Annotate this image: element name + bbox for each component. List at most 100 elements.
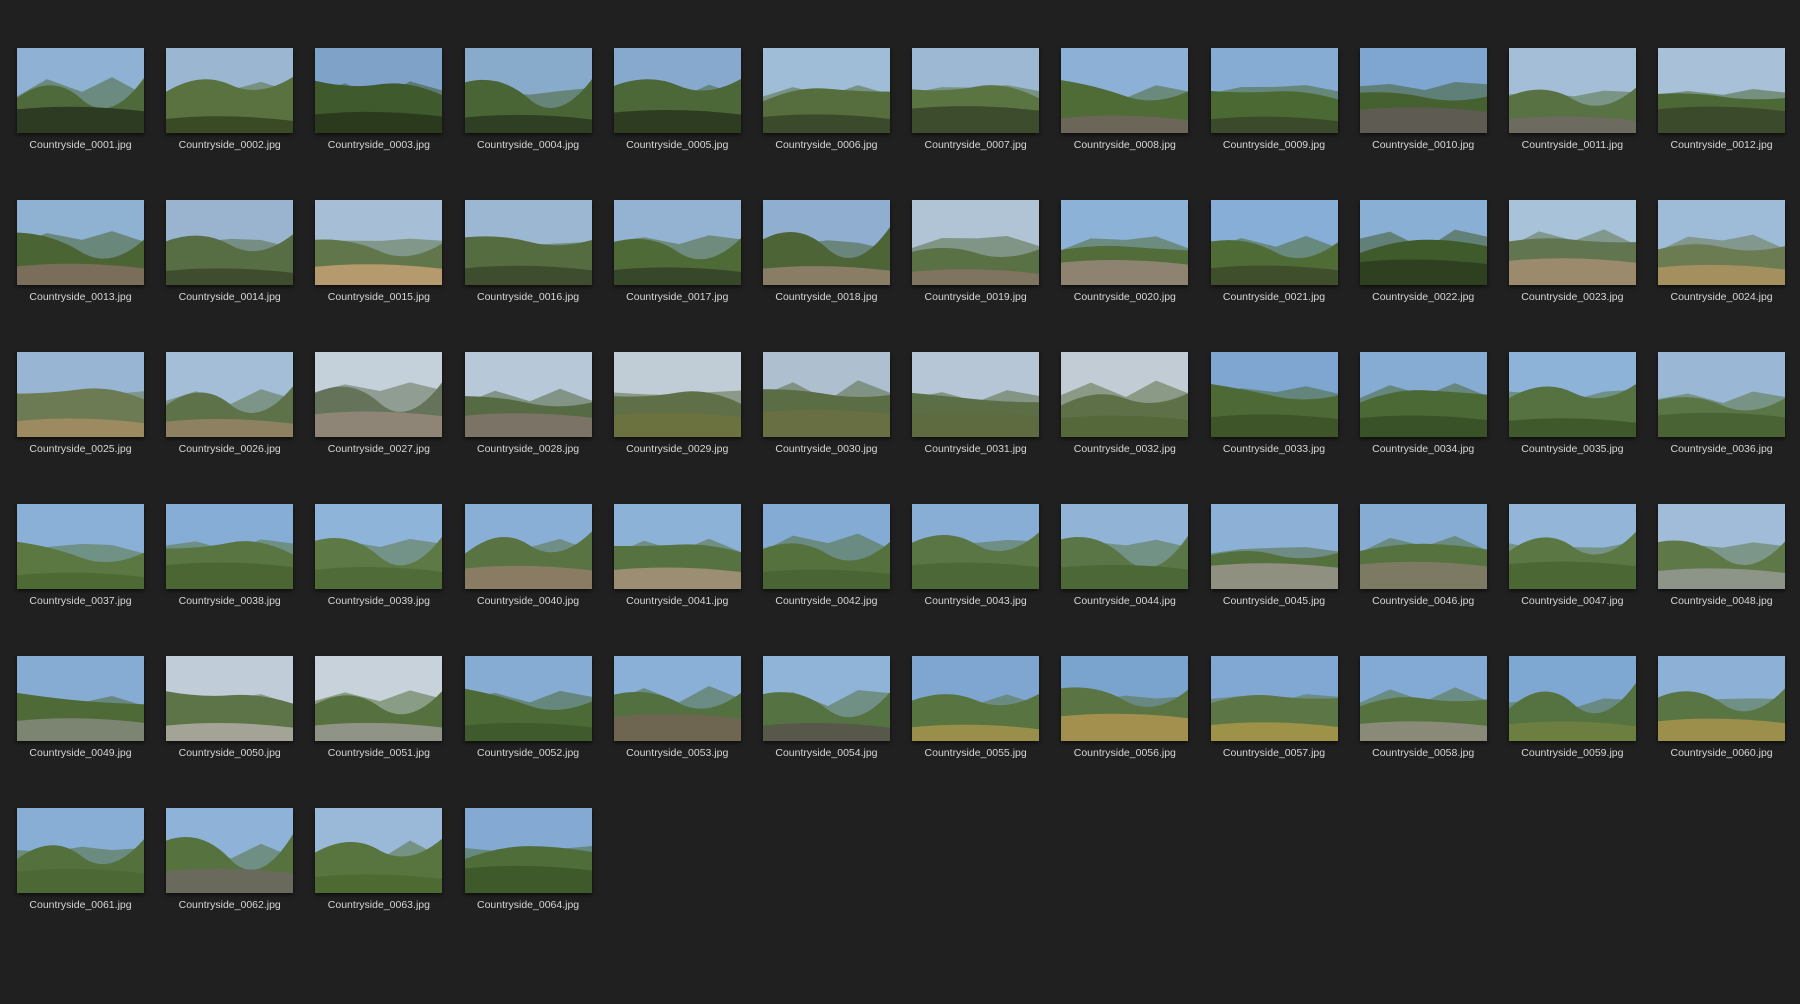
thumbnail-item[interactable]: Countryside_0045.jpg	[1210, 504, 1338, 614]
thumbnail-image[interactable]	[1359, 200, 1487, 285]
thumbnail-item[interactable]: Countryside_0049.jpg	[17, 656, 144, 766]
thumbnail-image[interactable]	[17, 656, 144, 741]
thumbnail-item[interactable]: Countryside_0001.jpg	[17, 48, 144, 158]
thumbnail-image[interactable]	[912, 504, 1040, 589]
thumbnail-item[interactable]: Countryside_0055.jpg	[912, 656, 1040, 766]
thumbnail-item[interactable]: Countryside_0057.jpg	[1210, 656, 1338, 766]
thumbnail-image[interactable]	[613, 656, 741, 741]
thumbnail-image[interactable]	[315, 200, 443, 285]
thumbnail-item[interactable]: Countryside_0039.jpg	[315, 504, 443, 614]
thumbnail-item[interactable]: Countryside_0041.jpg	[613, 504, 741, 614]
thumbnail-image[interactable]	[912, 200, 1040, 285]
thumbnail-image[interactable]	[912, 656, 1040, 741]
thumbnail-image[interactable]	[1658, 352, 1786, 437]
thumbnail-item[interactable]: Countryside_0021.jpg	[1210, 200, 1338, 310]
thumbnail-image[interactable]	[1061, 352, 1189, 437]
thumbnail-image[interactable]	[1210, 48, 1338, 133]
thumbnail-item[interactable]: Countryside_0003.jpg	[315, 48, 443, 158]
thumbnail-image[interactable]	[1061, 48, 1189, 133]
thumbnail-item[interactable]: Countryside_0051.jpg	[315, 656, 443, 766]
thumbnail-item[interactable]: Countryside_0018.jpg	[762, 200, 890, 310]
thumbnail-image[interactable]	[1508, 504, 1636, 589]
thumbnail-item[interactable]: Countryside_0010.jpg	[1359, 48, 1487, 158]
thumbnail-item[interactable]: Countryside_0002.jpg	[166, 48, 294, 158]
thumbnail-item[interactable]: Countryside_0054.jpg	[762, 656, 890, 766]
thumbnail-image[interactable]	[1061, 200, 1189, 285]
thumbnail-item[interactable]: Countryside_0062.jpg	[166, 808, 294, 918]
thumbnail-image[interactable]	[464, 48, 592, 133]
thumbnail-image[interactable]	[17, 504, 144, 589]
thumbnail-image[interactable]	[166, 200, 294, 285]
thumbnail-item[interactable]: Countryside_0014.jpg	[166, 200, 294, 310]
thumbnail-image[interactable]	[1061, 656, 1189, 741]
thumbnail-image[interactable]	[464, 808, 592, 893]
thumbnail-item[interactable]: Countryside_0008.jpg	[1061, 48, 1189, 158]
thumbnail-image[interactable]	[17, 48, 144, 133]
thumbnail-image[interactable]	[762, 504, 890, 589]
thumbnail-image[interactable]	[315, 808, 443, 893]
thumbnail-image[interactable]	[1061, 504, 1189, 589]
thumbnail-item[interactable]: Countryside_0011.jpg	[1508, 48, 1636, 158]
thumbnail-item[interactable]: Countryside_0028.jpg	[464, 352, 592, 462]
thumbnail-image[interactable]	[17, 352, 144, 437]
thumbnail-item[interactable]: Countryside_0030.jpg	[762, 352, 890, 462]
thumbnail-image[interactable]	[1508, 352, 1636, 437]
thumbnail-item[interactable]: Countryside_0013.jpg	[17, 200, 144, 310]
thumbnail-image[interactable]	[166, 48, 294, 133]
thumbnail-image[interactable]	[1658, 48, 1786, 133]
thumbnail-item[interactable]: Countryside_0059.jpg	[1508, 656, 1636, 766]
thumbnail-image[interactable]	[613, 504, 741, 589]
thumbnail-item[interactable]: Countryside_0005.jpg	[613, 48, 741, 158]
thumbnail-item[interactable]: Countryside_0064.jpg	[464, 808, 592, 918]
thumbnail-item[interactable]: Countryside_0042.jpg	[762, 504, 890, 614]
thumbnail-image[interactable]	[1210, 352, 1338, 437]
thumbnail-image[interactable]	[315, 504, 443, 589]
thumbnail-image[interactable]	[1359, 48, 1487, 133]
thumbnail-image[interactable]	[464, 656, 592, 741]
thumbnail-image[interactable]	[315, 352, 443, 437]
thumbnail-item[interactable]: Countryside_0019.jpg	[912, 200, 1040, 310]
thumbnail-item[interactable]: Countryside_0015.jpg	[315, 200, 443, 310]
thumbnail-image[interactable]	[762, 656, 890, 741]
thumbnail-item[interactable]: Countryside_0038.jpg	[166, 504, 294, 614]
thumbnail-image[interactable]	[613, 200, 741, 285]
thumbnail-item[interactable]: Countryside_0061.jpg	[17, 808, 144, 918]
thumbnail-item[interactable]: Countryside_0033.jpg	[1210, 352, 1338, 462]
thumbnail-image[interactable]	[1508, 656, 1636, 741]
thumbnail-image[interactable]	[464, 200, 592, 285]
thumbnail-item[interactable]: Countryside_0036.jpg	[1658, 352, 1786, 462]
thumbnail-image[interactable]	[762, 352, 890, 437]
thumbnail-item[interactable]: Countryside_0034.jpg	[1359, 352, 1487, 462]
thumbnail-image[interactable]	[464, 352, 592, 437]
thumbnail-item[interactable]: Countryside_0012.jpg	[1658, 48, 1786, 158]
thumbnail-item[interactable]: Countryside_0056.jpg	[1061, 656, 1189, 766]
thumbnail-item[interactable]: Countryside_0053.jpg	[613, 656, 741, 766]
thumbnail-item[interactable]: Countryside_0052.jpg	[464, 656, 592, 766]
thumbnail-image[interactable]	[1508, 200, 1636, 285]
thumbnail-item[interactable]: Countryside_0020.jpg	[1061, 200, 1189, 310]
thumbnail-item[interactable]: Countryside_0017.jpg	[613, 200, 741, 310]
thumbnail-item[interactable]: Countryside_0022.jpg	[1359, 200, 1487, 310]
thumbnail-item[interactable]: Countryside_0058.jpg	[1359, 656, 1487, 766]
thumbnail-item[interactable]: Countryside_0026.jpg	[166, 352, 294, 462]
thumbnail-item[interactable]: Countryside_0025.jpg	[17, 352, 144, 462]
thumbnail-image[interactable]	[912, 48, 1040, 133]
thumbnail-image[interactable]	[613, 352, 741, 437]
thumbnail-image[interactable]	[762, 200, 890, 285]
thumbnail-item[interactable]: Countryside_0047.jpg	[1508, 504, 1636, 614]
thumbnail-image[interactable]	[464, 504, 592, 589]
thumbnail-image[interactable]	[1359, 656, 1487, 741]
thumbnail-item[interactable]: Countryside_0040.jpg	[464, 504, 592, 614]
thumbnail-image[interactable]	[1658, 200, 1786, 285]
thumbnail-image[interactable]	[1658, 504, 1786, 589]
thumbnail-image[interactable]	[912, 352, 1040, 437]
thumbnail-item[interactable]: Countryside_0063.jpg	[315, 808, 443, 918]
thumbnail-image[interactable]	[1508, 48, 1636, 133]
thumbnail-image[interactable]	[762, 48, 890, 133]
thumbnail-image[interactable]	[1359, 504, 1487, 589]
thumbnail-image[interactable]	[1210, 656, 1338, 741]
thumbnail-item[interactable]: Countryside_0024.jpg	[1658, 200, 1786, 310]
thumbnail-image[interactable]	[166, 808, 294, 893]
thumbnail-item[interactable]: Countryside_0046.jpg	[1359, 504, 1487, 614]
thumbnail-image[interactable]	[17, 808, 144, 893]
